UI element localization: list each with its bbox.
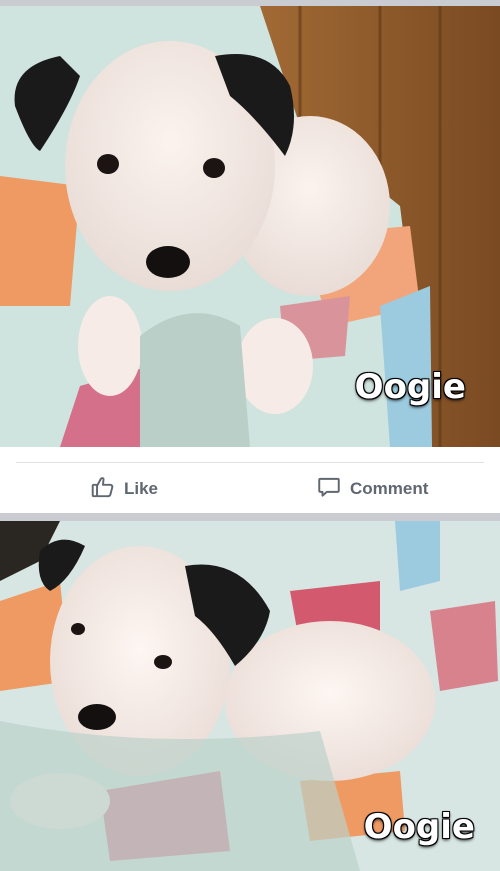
post-photo-1[interactable]: Oogie bbox=[0, 6, 500, 447]
like-label: Like bbox=[124, 479, 159, 498]
actions-divider bbox=[16, 462, 484, 463]
like-button[interactable]: Like bbox=[90, 473, 158, 505]
photo-caption: Oogie bbox=[354, 367, 466, 407]
comment-bubble-icon bbox=[316, 474, 342, 505]
comment-button[interactable]: Comment bbox=[316, 473, 428, 505]
photo-caption: Oogie bbox=[363, 807, 475, 847]
comment-label: Comment bbox=[350, 479, 429, 498]
post-separator bbox=[0, 513, 500, 521]
post-actions-bar: Like Comment bbox=[0, 447, 500, 513]
thumbs-up-icon bbox=[90, 474, 116, 505]
post-photo-2[interactable]: Oogie bbox=[0, 521, 500, 871]
